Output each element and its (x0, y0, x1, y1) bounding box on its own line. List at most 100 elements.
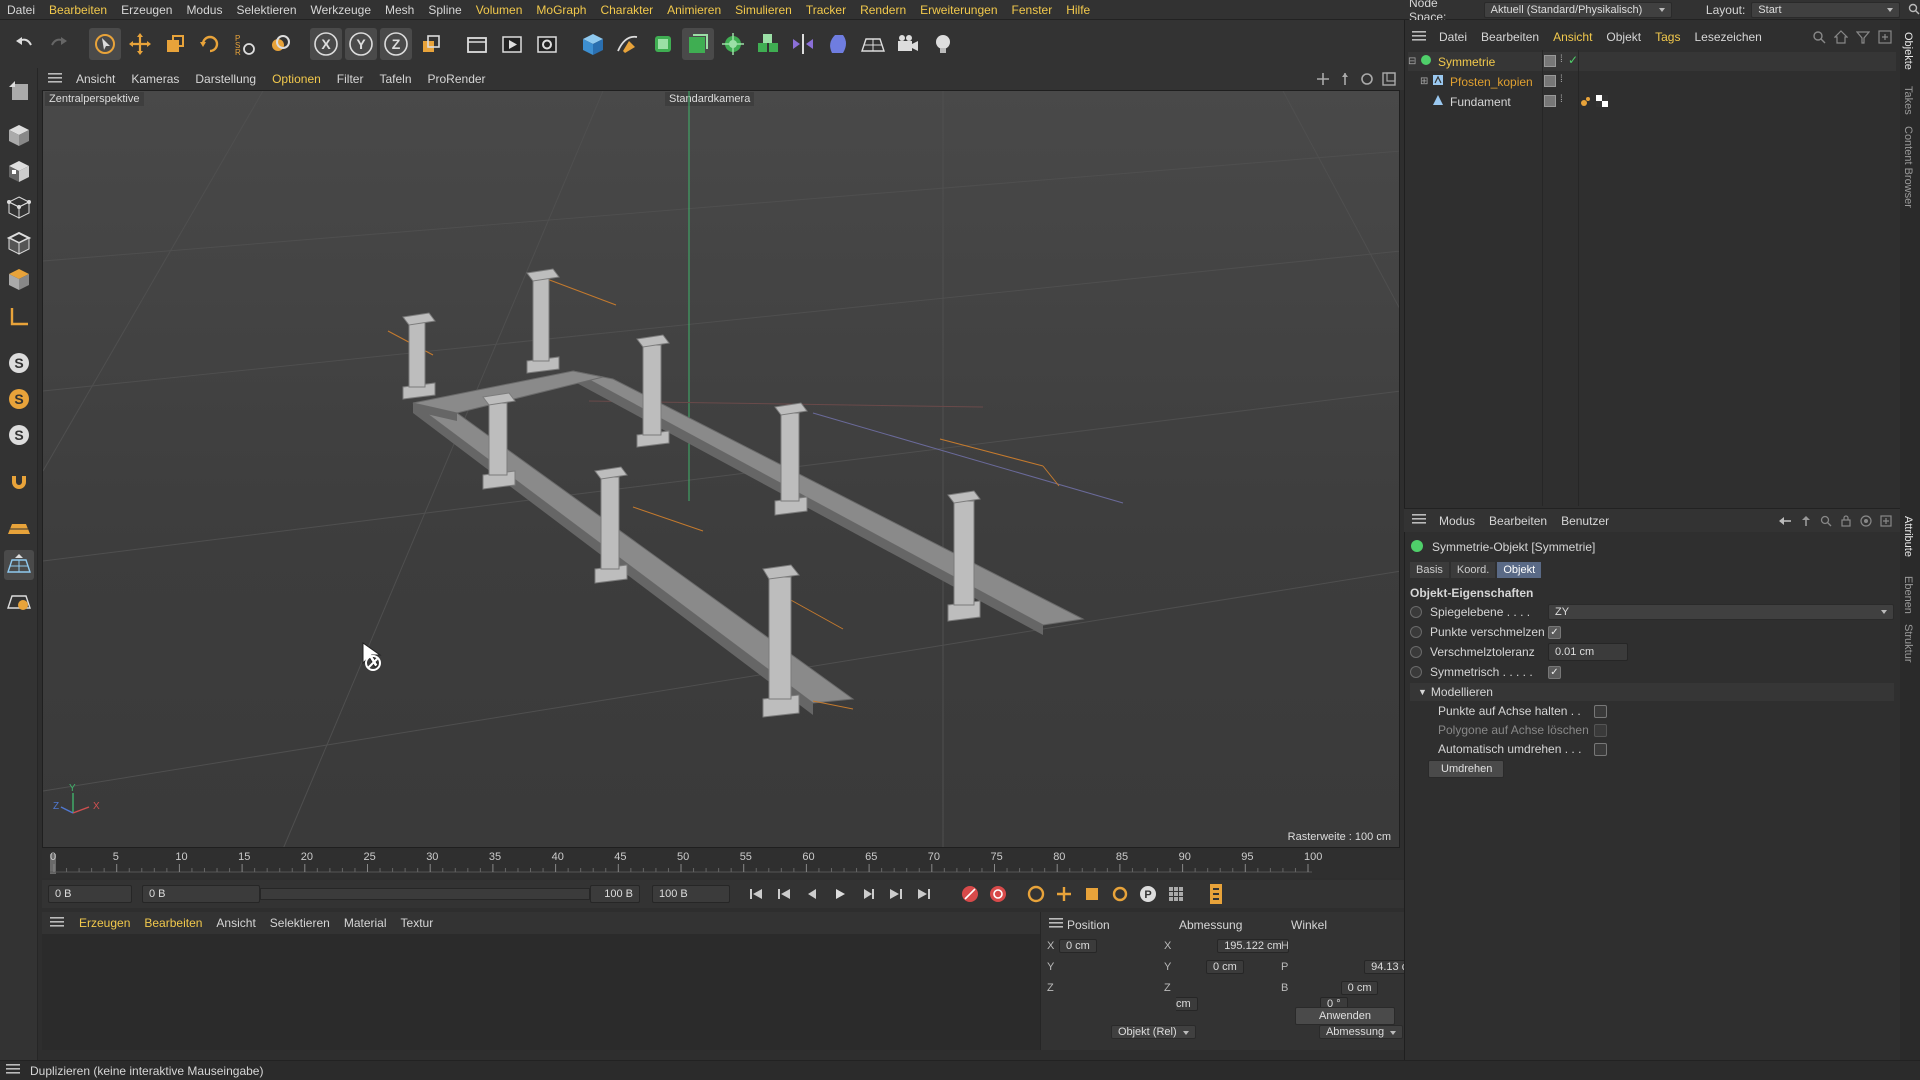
animate-radio-icon[interactable] (1410, 646, 1422, 658)
live-select-icon[interactable] (264, 28, 296, 60)
viewport-menu-tafeln[interactable]: Tafeln (371, 72, 419, 86)
object-menu-datei[interactable]: Datei (1432, 30, 1474, 44)
menu-charakter[interactable]: Charakter (593, 0, 660, 20)
texture-mode-icon[interactable] (4, 156, 34, 186)
visibility-dots-icon[interactable]: ⁞ (1560, 54, 1563, 65)
side-tab-ebenen[interactable]: Ebenen (1902, 576, 1914, 614)
animate-radio-icon[interactable] (1410, 606, 1422, 618)
object-name[interactable]: Pfosten_kopien (1450, 75, 1542, 89)
array-icon[interactable] (717, 28, 749, 60)
cube-icon[interactable] (577, 28, 609, 60)
floor-icon[interactable] (857, 28, 889, 60)
z-axis-lock-icon[interactable]: Z (380, 28, 412, 60)
coord-mode-select[interactable]: Objekt (Rel) (1110, 1025, 1196, 1039)
position-z-field[interactable]: 0 cm (1340, 981, 1379, 995)
symmetrisch-checkbox[interactable]: ✓ (1548, 665, 1561, 679)
layer-icon[interactable] (1544, 55, 1556, 67)
object-menu-tags[interactable]: Tags (1648, 30, 1687, 44)
position-x-field[interactable]: 0 cm (1059, 939, 1097, 953)
position-y-field[interactable]: 0 cm (1205, 960, 1244, 974)
edge-mode-icon[interactable] (4, 228, 34, 258)
viewport-menu-ansicht[interactable]: Ansicht (68, 72, 123, 86)
goto-start-icon[interactable] (744, 882, 768, 906)
viewport-menu-optionen[interactable]: Optionen (264, 72, 329, 86)
material-tag-icon[interactable] (1596, 95, 1608, 110)
viewport-menu-filter[interactable]: Filter (329, 72, 372, 86)
tab-basis[interactable]: Basis (1410, 562, 1449, 578)
menu-bearbeiten[interactable]: Bearbeiten (42, 0, 114, 20)
extrude-generator-icon[interactable] (682, 28, 714, 60)
record-icon[interactable] (958, 882, 982, 906)
select-cursor-icon[interactable] (89, 28, 121, 60)
key-rotation-icon[interactable] (1108, 882, 1132, 906)
menu-animieren[interactable]: Animieren (660, 0, 728, 20)
x-axis-lock-icon[interactable]: X (310, 28, 342, 60)
rotate-icon[interactable] (194, 28, 226, 60)
hamburger-icon[interactable] (48, 72, 62, 87)
apply-button[interactable]: Anwenden (1295, 1007, 1395, 1025)
object-row-symmetrie[interactable]: ⊟ Symmetrie ⁞ ✓ (1408, 52, 1896, 71)
achse-halten-checkbox[interactable] (1594, 704, 1607, 718)
range-slider[interactable] (260, 888, 590, 900)
object-new-window-icon[interactable] (1878, 30, 1892, 47)
snap-icon[interactable]: S (4, 348, 34, 378)
attribute-menu-modus[interactable]: Modus (1432, 514, 1482, 528)
render-view-icon[interactable] (461, 28, 493, 60)
side-tab-objekte[interactable]: Objekte (1902, 32, 1914, 70)
3d-viewport[interactable]: Zentralperspektive Standardkamera Y Z X … (42, 90, 1400, 848)
layout-dropdown[interactable]: Start (1751, 2, 1900, 18)
coord-hamburger-icon[interactable] (1049, 917, 1063, 932)
menu-werkzeuge[interactable]: Werkzeuge (304, 0, 378, 20)
layer-icon[interactable] (1544, 95, 1556, 107)
end-frame-field[interactable]: 100 B (652, 885, 730, 903)
menu-rendern[interactable]: Rendern (853, 0, 913, 20)
workplane-icon[interactable] (4, 514, 34, 544)
tab-objekt[interactable]: Objekt (1497, 562, 1542, 578)
render-settings-icon[interactable] (531, 28, 563, 60)
punkte-verschmelzen-checkbox[interactable]: ✓ (1548, 625, 1561, 639)
object-search-icon[interactable] (1812, 30, 1826, 47)
auto-umdrehen-checkbox[interactable] (1594, 742, 1607, 756)
viewport-menu-darstellung[interactable]: Darstellung (187, 72, 264, 86)
target-icon[interactable] (1860, 515, 1872, 530)
coord-size-select[interactable]: Abmessung (1318, 1025, 1404, 1039)
key-parameter-icon[interactable]: P (1136, 882, 1160, 906)
grid-snap-icon[interactable] (4, 550, 34, 580)
verschmelztoleranz-field[interactable]: 0.01 cm (1548, 643, 1628, 661)
menu-datei[interactable]: Datei (0, 0, 42, 20)
spiegelebene-dropdown[interactable]: ZY (1548, 604, 1894, 620)
animate-radio-icon[interactable] (1410, 626, 1422, 638)
tab-koord[interactable]: Koord. (1450, 562, 1496, 578)
prev-key-icon[interactable] (772, 882, 796, 906)
menu-tracker[interactable]: Tracker (799, 0, 853, 20)
start-frame-field[interactable]: 0 B (48, 885, 132, 903)
pen-spline-icon[interactable] (612, 28, 644, 60)
object-row-pfosten-kopien[interactable]: ⊞ Pfosten_kopien ⁞ (1408, 72, 1896, 91)
key-scale-icon[interactable] (1080, 882, 1104, 906)
subdivision-icon[interactable] (647, 28, 679, 60)
maximize-view-icon[interactable] (1382, 72, 1396, 89)
viewport-menu-kameras[interactable]: Kameras (123, 72, 187, 86)
object-row-fundament[interactable]: Fundament ⁞ (1408, 92, 1896, 111)
object-name[interactable]: Symmetrie (1438, 55, 1542, 69)
menu-volumen[interactable]: Volumen (469, 0, 530, 20)
material-menu-textur[interactable]: Textur (394, 916, 441, 930)
side-tab-struktur[interactable]: Struktur (1902, 624, 1914, 663)
new-attribute-window-icon[interactable] (1880, 515, 1892, 530)
camera-icon[interactable] (892, 28, 924, 60)
attribute-menu-benutzer[interactable]: Benutzer (1554, 514, 1616, 528)
node-space-dropdown[interactable]: Aktuell (Standard/Physikalisch) (1483, 2, 1672, 18)
next-frame-icon[interactable] (856, 882, 880, 906)
menu-selektieren[interactable]: Selektieren (229, 0, 303, 20)
deformer-icon[interactable] (822, 28, 854, 60)
search-icon[interactable] (1908, 3, 1920, 18)
redo-icon[interactable] (43, 28, 75, 60)
auto-key-icon[interactable] (986, 882, 1010, 906)
solo-hierarchy-icon[interactable]: S (4, 420, 34, 450)
timeline-ruler[interactable]: 0 5 10 15 20 25 30 35 40 45 50 55 60 65 70 75 80 85 90 95 10… (42, 850, 1404, 901)
lock-icon[interactable] (1840, 515, 1852, 530)
side-tab-takes[interactable]: Takes (1902, 86, 1914, 115)
object-hamburger-icon[interactable] (1412, 30, 1426, 45)
scale-icon[interactable] (159, 28, 191, 60)
viewport-menu-prorender[interactable]: ProRender (420, 72, 494, 86)
